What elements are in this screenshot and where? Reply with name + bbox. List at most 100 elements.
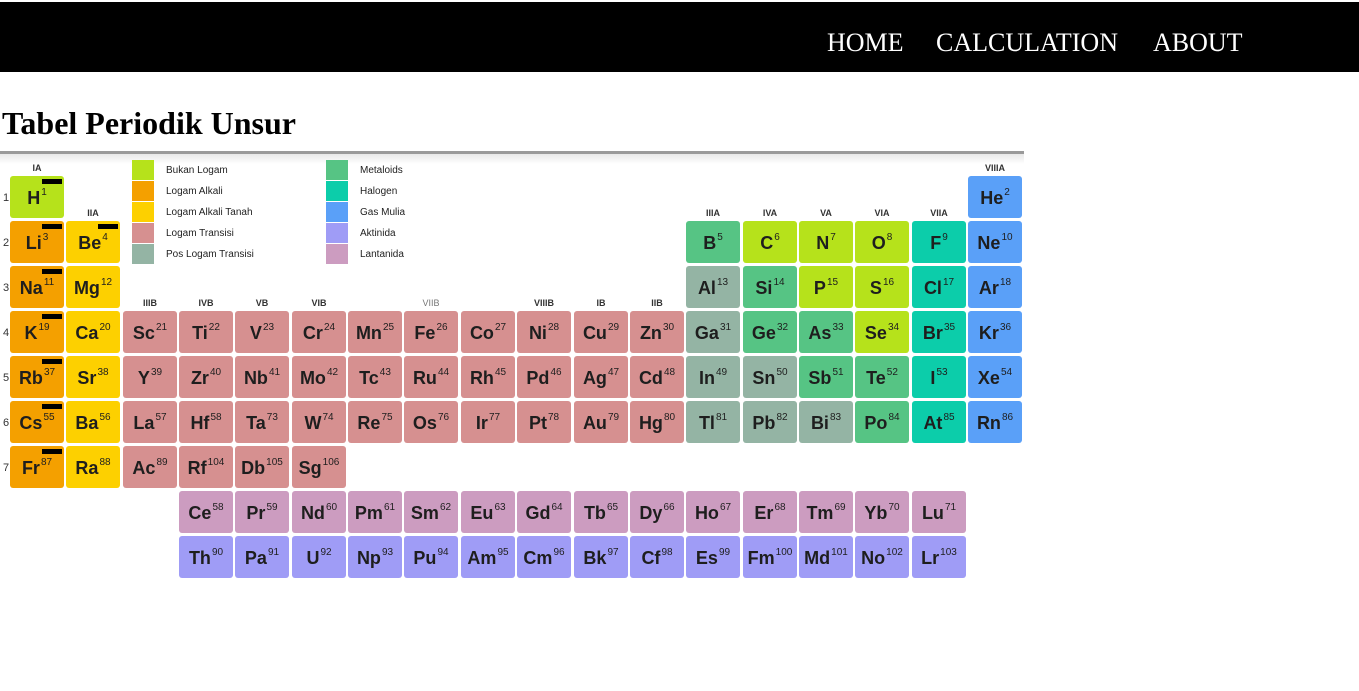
element-symbol: No102 [855,547,909,568]
atomic-number: 46 [550,367,562,378]
element-cell-al: Al13 [686,266,740,308]
element-symbol-text: N [816,233,830,253]
element-symbol-text: Pd [526,368,550,388]
element-symbol-text: Hg [638,413,663,433]
atomic-number: 51 [832,367,844,378]
element-symbol: Nd60 [292,502,346,523]
element-symbol: Y39 [123,367,177,388]
atomic-number: 97 [607,547,619,558]
element-symbol-text: Y [137,368,150,388]
atomic-number: 99 [718,547,731,558]
element-cell-hf: Hf58 [179,401,233,443]
atomic-number: 24 [323,322,336,333]
element-symbol-text: Os [412,413,437,433]
element-symbol: Rf104 [179,457,233,478]
element-symbol: Be4 [66,232,120,253]
element-cell-mg: Mg12 [66,266,120,308]
element-symbol-text: Er [754,503,774,523]
element-cell-lr: Lr103 [912,536,966,578]
element-cell-am: Am95 [461,536,515,578]
element-cell-in: In49 [686,356,740,398]
element-symbol: H1 [10,187,64,208]
nav-calculation-link[interactable]: CALCULATION [936,28,1118,58]
element-symbol-text: Mo [299,368,326,388]
atomic-number: 79 [607,412,620,423]
element-symbol-text: Ir [475,413,488,433]
element-symbol-text: Ne [977,233,1001,253]
element-cell-cr: Cr24 [292,311,346,353]
atomic-number: 21 [155,322,168,333]
legend-swatch [326,202,348,222]
element-symbol-text: Th [188,548,211,568]
element-symbol-text: Cl [923,278,942,298]
group-label: IA [32,163,42,173]
legend-swatch [132,181,154,201]
element-cell-bi: Bi83 [799,401,853,443]
element-symbol: Tc43 [348,367,402,388]
element-cell-ar: Ar18 [968,266,1022,308]
atomic-number: 31 [719,322,732,333]
element-symbol-text: Pu [413,548,437,568]
element-symbol-text: Md [804,548,831,568]
legend-label: Halogen [360,186,398,197]
element-cell-s: S16 [855,266,909,308]
element-symbol: P15 [799,277,853,298]
atomic-number: 10 [1001,232,1013,243]
element-symbol-text: Ti [192,323,208,343]
atomic-number: 106 [322,457,340,468]
element-symbol: He2 [968,187,1022,208]
atomic-number: 14 [773,277,785,288]
atomic-number: 26 [436,322,448,333]
element-symbol-text: Ar [978,278,999,298]
element-symbol: Np93 [348,547,402,568]
atomic-number: 70 [888,502,900,513]
element-symbol: Te52 [855,367,909,388]
atomic-number: 50 [776,367,788,378]
atomic-number: 69 [834,502,846,513]
legend-label: Metaloids [360,165,403,176]
element-symbol: Bi83 [799,412,853,433]
element-symbol: Ru44 [404,367,458,388]
atomic-number: 64 [551,502,563,513]
element-symbol-text: Np [356,548,381,568]
element-symbol-text: Ni [528,323,547,343]
element-symbol: Sr38 [66,367,120,388]
element-cell-ca: Ca20 [66,311,120,353]
group-label: VIA [874,208,890,218]
element-cell-c: C6 [743,221,797,263]
atomic-number: 59 [266,502,278,513]
nav-about-link[interactable]: ABOUT [1153,28,1243,58]
element-cell-p: P15 [799,266,853,308]
element-symbol: Sm62 [404,502,458,523]
element-cell-ni: Ni28 [517,311,571,353]
element-symbol: Mg12 [66,277,120,298]
atomic-number: 42 [326,367,339,378]
element-symbol: U92 [292,547,346,568]
element-cell-be: Be4 [66,221,120,263]
atomic-number: 20 [99,322,111,333]
atomic-number: 66 [663,502,675,513]
top-navbar: HOME CALCULATION ABOUT [0,2,1359,72]
element-symbol: Lu71 [912,502,966,523]
element-symbol: Sn50 [743,367,797,388]
element-symbol-text: P [813,278,826,298]
element-symbol-text: U [306,548,320,568]
element-cell-er: Er68 [743,491,797,533]
element-cell-cm: Cm96 [517,536,571,578]
nav-home-link[interactable]: HOME [827,28,904,58]
atomic-number: 83 [829,412,842,423]
element-symbol-text: Fe [414,323,436,343]
atomic-number: 103 [940,547,957,558]
element-cell-sm: Sm62 [404,491,458,533]
element-symbol: Ta73 [235,412,289,433]
atomic-number: 89 [156,457,168,468]
element-cell-nb: Nb41 [235,356,289,398]
element-cell-tc: Tc43 [348,356,402,398]
atomic-number: 104 [207,457,225,468]
group-label: IB [596,298,606,308]
legend-label: Logam Alkali Tanah [166,207,253,218]
element-symbol: Lr103 [912,547,966,568]
element-cell-cd: Cd48 [630,356,684,398]
element-symbol: Cd48 [630,367,684,388]
element-symbol-text: Co [469,323,494,343]
